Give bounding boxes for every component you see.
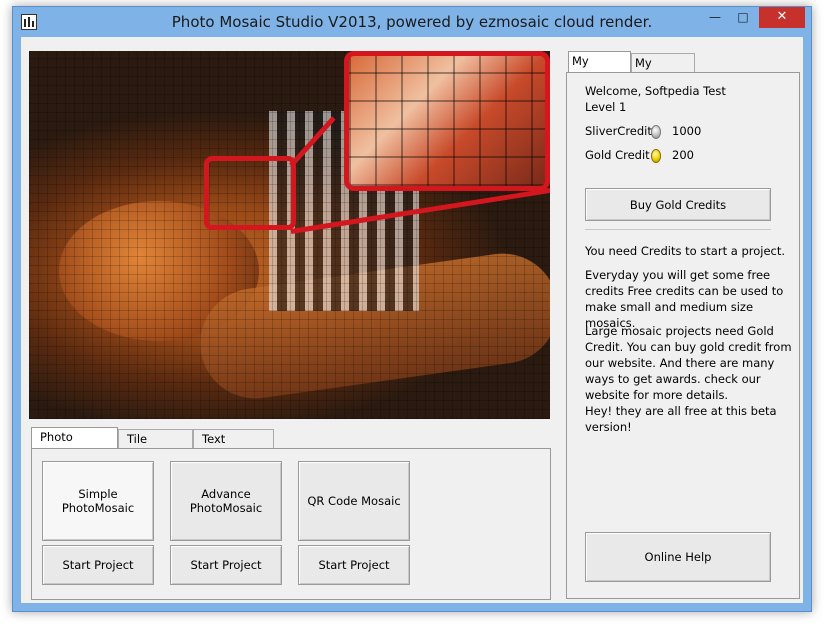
tab-text-mosaic[interactable]: Text Mosaic [193, 429, 274, 464]
start-project-simple-button[interactable]: Start Project [42, 545, 154, 585]
app-window: Photo Mosaic Studio V2013, powered by ez… [12, 6, 812, 612]
credits-needed-text: You need Credits to start a project. [585, 244, 786, 258]
level-text: Level 1 [585, 100, 627, 114]
account-panel: Welcome, Softpedia Test Level 1 SliverCr… [566, 72, 800, 599]
beta-free-text: Hey! they are all free at this beta vers… [585, 404, 777, 434]
advance-photomosaic-button[interactable]: Advance PhotoMosaic [170, 461, 282, 541]
silver-credit-value: 1000 [672, 124, 702, 138]
silver-coin-icon [651, 125, 661, 139]
tab-tile-mosaic[interactable]: Tile Mosaic [118, 429, 193, 464]
title-bar[interactable]: Photo Mosaic Studio V2013, powered by ez… [13, 7, 811, 37]
welcome-text: Welcome, Softpedia Test [585, 84, 726, 98]
window-title: Photo Mosaic Studio V2013, powered by ez… [171, 13, 653, 31]
gold-coin-icon [651, 149, 661, 163]
close-button[interactable]: ✕ [759, 7, 805, 28]
tab-my-account[interactable]: My account [568, 51, 631, 86]
client-area: Photo Mosaic Tile Mosaic Text Mosaic Sim… [21, 37, 803, 603]
gold-credit-label: Gold Credit [585, 148, 650, 162]
online-help-button[interactable]: Online Help [585, 532, 771, 582]
zoom-source-frame [204, 156, 296, 230]
minimize-button[interactable]: — [701, 7, 729, 28]
start-project-qr-button[interactable]: Start Project [298, 545, 410, 585]
qr-code-mosaic-button[interactable]: QR Code Mosaic [298, 461, 410, 541]
gold-credit-value: 200 [672, 148, 694, 162]
tab-my-projects[interactable]: My Projects [631, 53, 695, 88]
zoom-magnified-frame [344, 51, 550, 191]
divider [585, 229, 771, 230]
photo-mosaic-panel: Simple PhotoMosaic Advance PhotoMosaic Q… [31, 448, 551, 600]
tab-photo-mosaic[interactable]: Photo Mosaic [31, 427, 118, 462]
mosaic-preview-image [29, 51, 550, 419]
start-project-advance-button[interactable]: Start Project [170, 545, 282, 585]
silver-credit-label: SliverCredit [585, 124, 652, 138]
simple-photomosaic-button[interactable]: Simple PhotoMosaic [42, 461, 154, 541]
maximize-button[interactable]: □ [729, 7, 757, 28]
free-credits-text: Everyday you will get some free credits … [585, 268, 784, 330]
buy-gold-credits-button[interactable]: Buy Gold Credits [585, 188, 771, 221]
gold-credits-text: Large mosaic projects need Gold Credit. … [585, 324, 792, 402]
